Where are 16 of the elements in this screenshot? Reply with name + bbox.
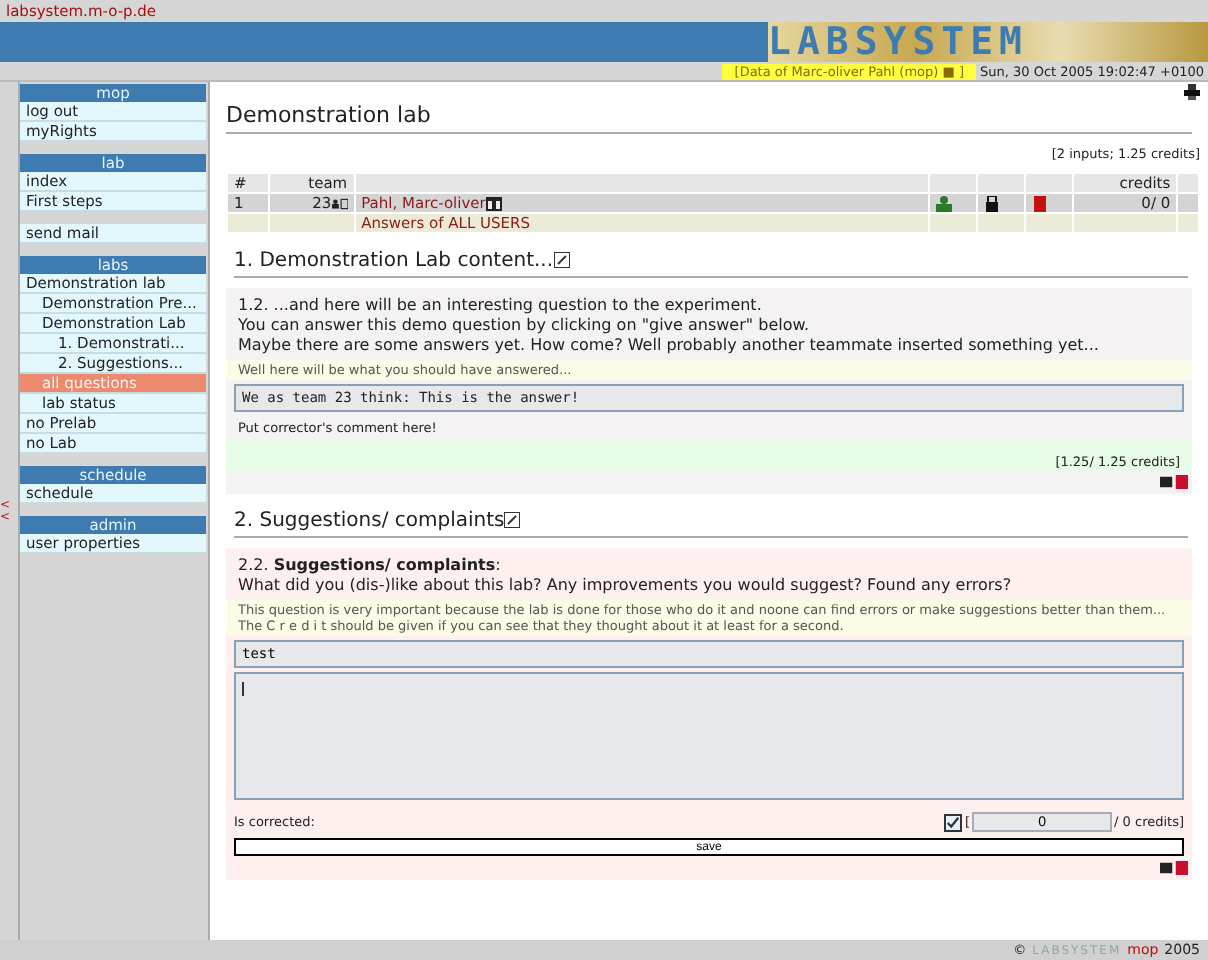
people-icon[interactable] [936,195,953,212]
logo: LABSYSTEM [768,22,1208,62]
section-heading: 2. Suggestions/ complaints [234,510,505,532]
edit-icon[interactable] [553,252,570,269]
question-text: You can answer this demo question by clicking on "give answer" below. [238,316,812,336]
question-text: Maybe there are some answers yet. How come? Well probably another teammate inserted something yet... [238,336,1101,356]
document-icon[interactable] [1032,195,1049,212]
edit-icon[interactable] [504,512,521,529]
question-text: What did you (dis-)like about this lab? Any improvements you would suggest? Found any errors? [238,576,1014,596]
page-title: Demonstration lab [226,102,1192,134]
lock-icon[interactable] [984,195,1001,212]
question-text: 1.2. ...and here will be an interesting question to the experiment. [238,296,764,316]
section-heading: 1. Demonstration Lab content... [234,250,554,272]
team-icons[interactable] [331,195,348,212]
question-text: 2.2. Suggestions/ complaints: [238,556,503,576]
corrected-checkbox[interactable] [944,813,963,831]
